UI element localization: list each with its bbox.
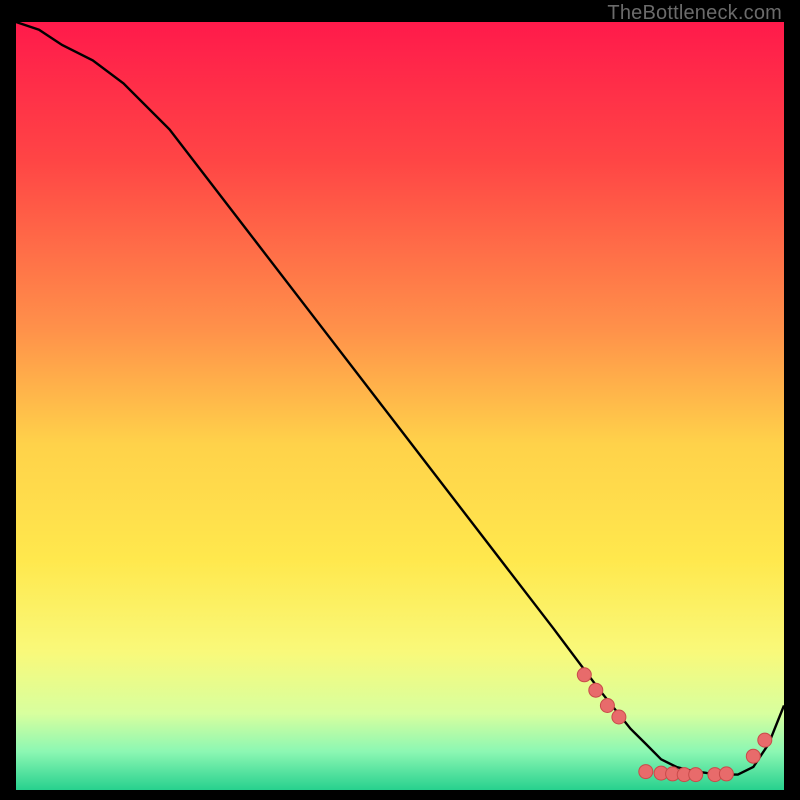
data-point-marker bbox=[746, 749, 760, 763]
bottleneck-chart bbox=[16, 22, 784, 790]
data-point-marker bbox=[600, 699, 614, 713]
data-point-marker bbox=[589, 683, 603, 697]
data-point-marker bbox=[758, 733, 772, 747]
data-point-marker bbox=[612, 710, 626, 724]
data-point-marker bbox=[577, 668, 591, 682]
chart-frame bbox=[16, 22, 784, 790]
data-point-marker bbox=[719, 767, 733, 781]
gradient-background bbox=[16, 22, 784, 790]
data-point-marker bbox=[639, 765, 653, 779]
data-point-marker bbox=[689, 768, 703, 782]
